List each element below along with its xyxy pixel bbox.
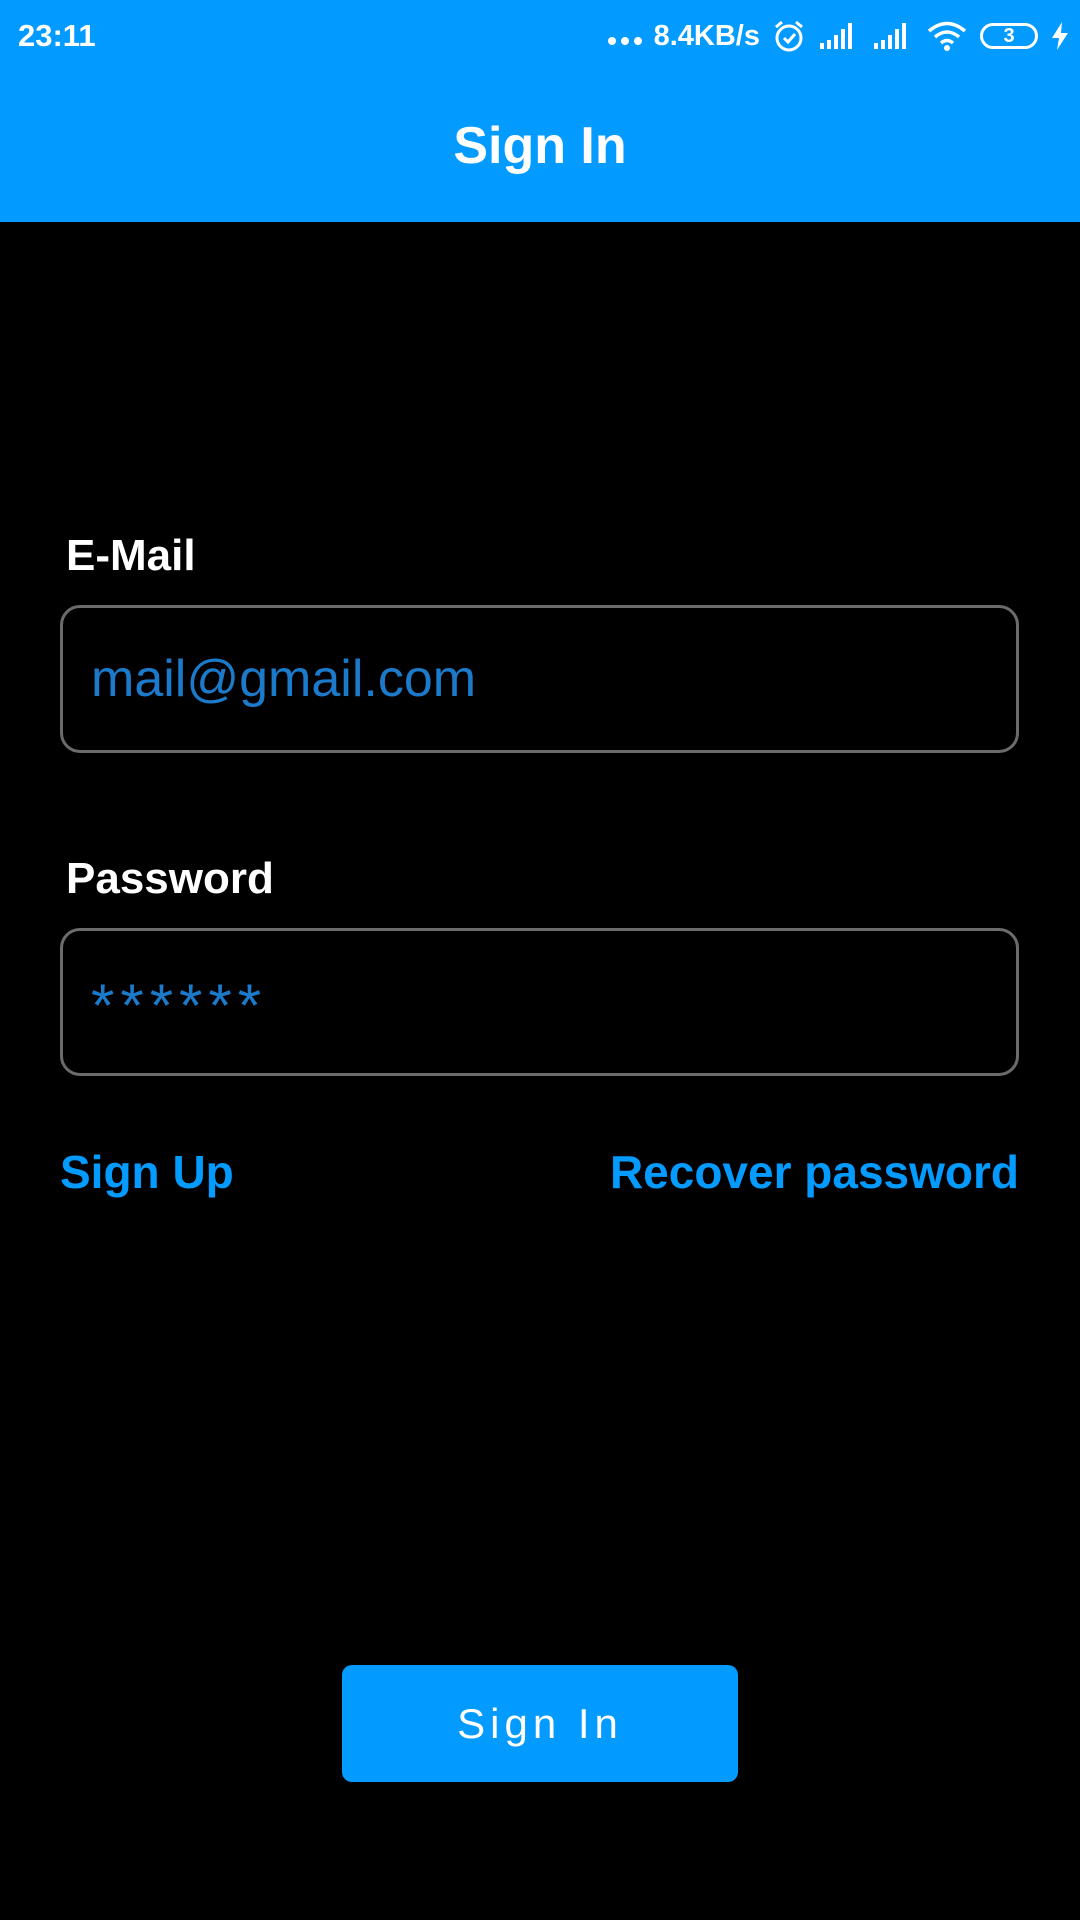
- recover-password-link[interactable]: Recover password: [610, 1145, 1019, 1199]
- email-label: E-Mail: [66, 531, 196, 580]
- battery-level: 3: [1003, 25, 1015, 47]
- email-field[interactable]: [63, 608, 1016, 750]
- status-icons: 8.4KB/s 3: [607, 16, 1070, 56]
- signal-icon: [820, 23, 852, 49]
- password-field-container: [60, 928, 1019, 1076]
- network-speed: 8.4KB/s: [653, 20, 760, 52]
- more-dots-icon: [607, 37, 642, 45]
- wifi-icon: [927, 21, 967, 51]
- sign-in-button[interactable]: Sign In: [342, 1665, 738, 1782]
- status-time: 23:11: [18, 18, 96, 53]
- signal-icon: [874, 23, 906, 49]
- sign-up-link[interactable]: Sign Up: [60, 1145, 234, 1199]
- password-field[interactable]: [63, 931, 1016, 1073]
- page-title: Sign In: [453, 117, 627, 175]
- status-bar: 23:11 8.4KB/s 3: [0, 0, 1080, 72]
- sign-in-screen: 23:11 8.4KB/s 3 Sign In E-Mail mail@gmai…: [0, 0, 1080, 1920]
- app-bar: Sign In: [0, 72, 1080, 222]
- password-label: Password: [66, 854, 274, 903]
- charging-icon: [1052, 22, 1068, 50]
- alarm-icon: [775, 20, 803, 52]
- email-field-container: [60, 605, 1019, 753]
- battery-icon: 3: [980, 23, 1038, 49]
